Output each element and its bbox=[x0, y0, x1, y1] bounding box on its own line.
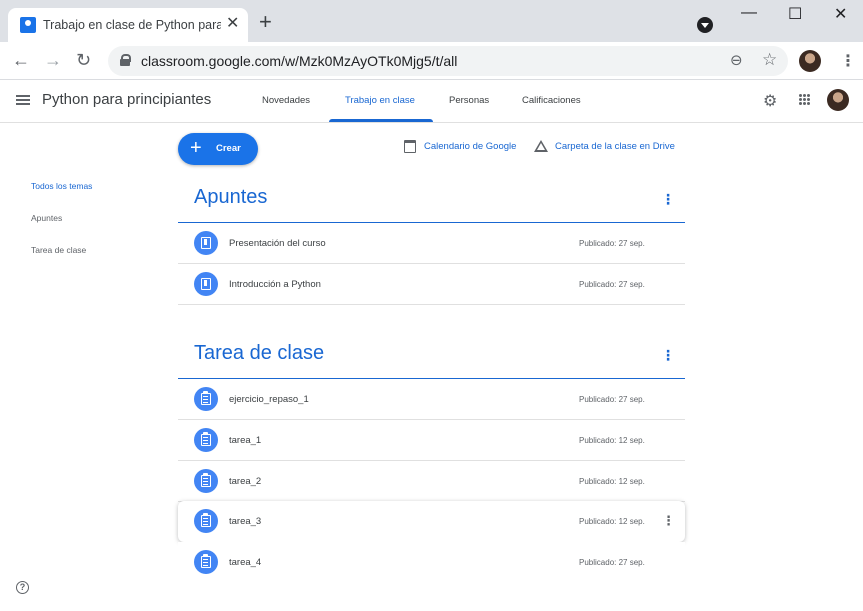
minimize-button[interactable]: — bbox=[741, 4, 757, 22]
browser-tab[interactable]: Trabajo en clase de Python para principi… bbox=[8, 8, 248, 42]
settings-gear-icon[interactable]: ⚙ bbox=[763, 91, 777, 111]
class-name[interactable]: Python para principiantes bbox=[42, 91, 211, 108]
list-item[interactable]: tarea_3 Publicado: 12 sep. ⋮ bbox=[178, 501, 685, 542]
classroom-favicon-icon bbox=[20, 17, 36, 33]
sidebar-item-tarea-de-clase[interactable]: Tarea de clase bbox=[31, 245, 86, 255]
reload-icon[interactable]: ↻ bbox=[76, 50, 91, 70]
browser-tab-title: Trabajo en clase de Python para principi… bbox=[43, 18, 221, 32]
maximize-button[interactable]: ☐ bbox=[788, 4, 802, 24]
assignment-icon bbox=[194, 387, 218, 411]
tab-novedades[interactable]: Novedades bbox=[262, 95, 310, 106]
browser-toolbar: ← → ↻ classroom.google.com/w/Mzk0MzAyOTk… bbox=[0, 42, 863, 80]
create-button-label: Crear bbox=[216, 143, 241, 154]
zoom-icon[interactable]: ⊖ bbox=[730, 51, 743, 69]
sidebar-item-todos-los-temas[interactable]: Todos los temas bbox=[31, 181, 92, 191]
sidebar-item-apuntes[interactable]: Apuntes bbox=[31, 213, 62, 223]
item-more-icon[interactable]: ⋮ bbox=[662, 513, 675, 529]
item-date: Publicado: 12 sep. bbox=[579, 477, 645, 486]
tab-personas[interactable]: Personas bbox=[449, 95, 489, 106]
item-date: Publicado: 27 sep. bbox=[579, 239, 645, 248]
drive-icon[interactable] bbox=[534, 140, 548, 152]
assignment-icon bbox=[194, 550, 218, 574]
main-menu-icon[interactable] bbox=[16, 95, 30, 105]
browser-tab-strip: Trabajo en clase de Python para principi… bbox=[0, 0, 863, 42]
list-item[interactable]: Introducción a Python Publicado: 27 sep. bbox=[178, 264, 685, 305]
section-title-apuntes[interactable]: Apuntes bbox=[194, 186, 267, 209]
item-title: Introducción a Python bbox=[229, 279, 321, 290]
bookmark-star-icon[interactable]: ☆ bbox=[762, 50, 777, 70]
item-title: Presentación del curso bbox=[229, 238, 326, 249]
section-more-icon[interactable]: ⋮ bbox=[661, 191, 675, 208]
tab-calificaciones[interactable]: Calificaciones bbox=[522, 95, 581, 106]
browser-menu-icon[interactable]: ⋮ bbox=[840, 51, 856, 71]
section-more-icon[interactable]: ⋮ bbox=[661, 347, 675, 364]
create-button[interactable]: + Crear bbox=[178, 133, 258, 165]
assignment-icon bbox=[194, 509, 218, 533]
tab-close-icon[interactable]: ✕ bbox=[226, 15, 239, 33]
google-calendar-link[interactable]: Calendario de Google bbox=[424, 141, 516, 152]
active-tab-indicator bbox=[329, 119, 433, 122]
item-date: Publicado: 12 sep. bbox=[579, 436, 645, 445]
item-date: Publicado: 27 sep. bbox=[579, 558, 645, 567]
material-icon bbox=[194, 231, 218, 255]
class-drive-folder-link[interactable]: Carpeta de la clase en Drive bbox=[555, 141, 675, 152]
account-avatar[interactable] bbox=[827, 89, 849, 111]
window-close-button[interactable]: ✕ bbox=[834, 4, 847, 24]
item-title: ejercicio_repaso_1 bbox=[229, 394, 309, 405]
item-title: tarea_4 bbox=[229, 557, 262, 568]
tab-trabajo-en-clase[interactable]: Trabajo en clase bbox=[345, 95, 415, 106]
assignment-icon bbox=[194, 428, 218, 452]
forward-arrow-icon[interactable]: → bbox=[44, 50, 62, 70]
google-apps-icon[interactable] bbox=[799, 94, 810, 105]
list-item[interactable]: ejercicio_repaso_1 Publicado: 27 sep. bbox=[178, 379, 685, 420]
help-icon[interactable]: ? bbox=[16, 581, 29, 594]
material-icon bbox=[194, 272, 218, 296]
browser-profile-avatar[interactable] bbox=[799, 50, 821, 72]
assignment-icon bbox=[194, 469, 218, 493]
list-item[interactable]: tarea_1 Publicado: 12 sep. bbox=[178, 420, 685, 461]
lock-icon bbox=[120, 54, 131, 66]
item-title: tarea_1 bbox=[229, 435, 262, 446]
list-item[interactable]: Presentación del curso Publicado: 27 sep… bbox=[178, 223, 685, 264]
classroom-header: Python para principiantes Novedades Trab… bbox=[0, 80, 863, 123]
item-date: Publicado: 27 sep. bbox=[579, 395, 645, 404]
calendar-icon[interactable] bbox=[404, 140, 416, 153]
item-date: Publicado: 27 sep. bbox=[579, 280, 645, 289]
tab-search-icon[interactable] bbox=[697, 17, 713, 33]
item-date: Publicado: 12 sep. bbox=[579, 517, 645, 526]
list-item[interactable]: tarea_2 Publicado: 12 sep. bbox=[178, 461, 685, 502]
address-bar[interactable]: classroom.google.com/w/Mzk0MzAyOTk0Mjg5/… bbox=[108, 46, 788, 76]
section-title-tarea-de-clase[interactable]: Tarea de clase bbox=[194, 342, 324, 365]
item-title: tarea_3 bbox=[229, 516, 262, 527]
item-title: tarea_2 bbox=[229, 476, 262, 487]
plus-icon: + bbox=[190, 137, 202, 159]
list-item[interactable]: tarea_4 Publicado: 27 sep. bbox=[178, 542, 685, 583]
new-tab-button[interactable]: + bbox=[259, 11, 272, 33]
url-text[interactable]: classroom.google.com/w/Mzk0MzAyOTk0Mjg5/… bbox=[141, 53, 457, 69]
back-arrow-icon[interactable]: ← bbox=[12, 50, 30, 70]
